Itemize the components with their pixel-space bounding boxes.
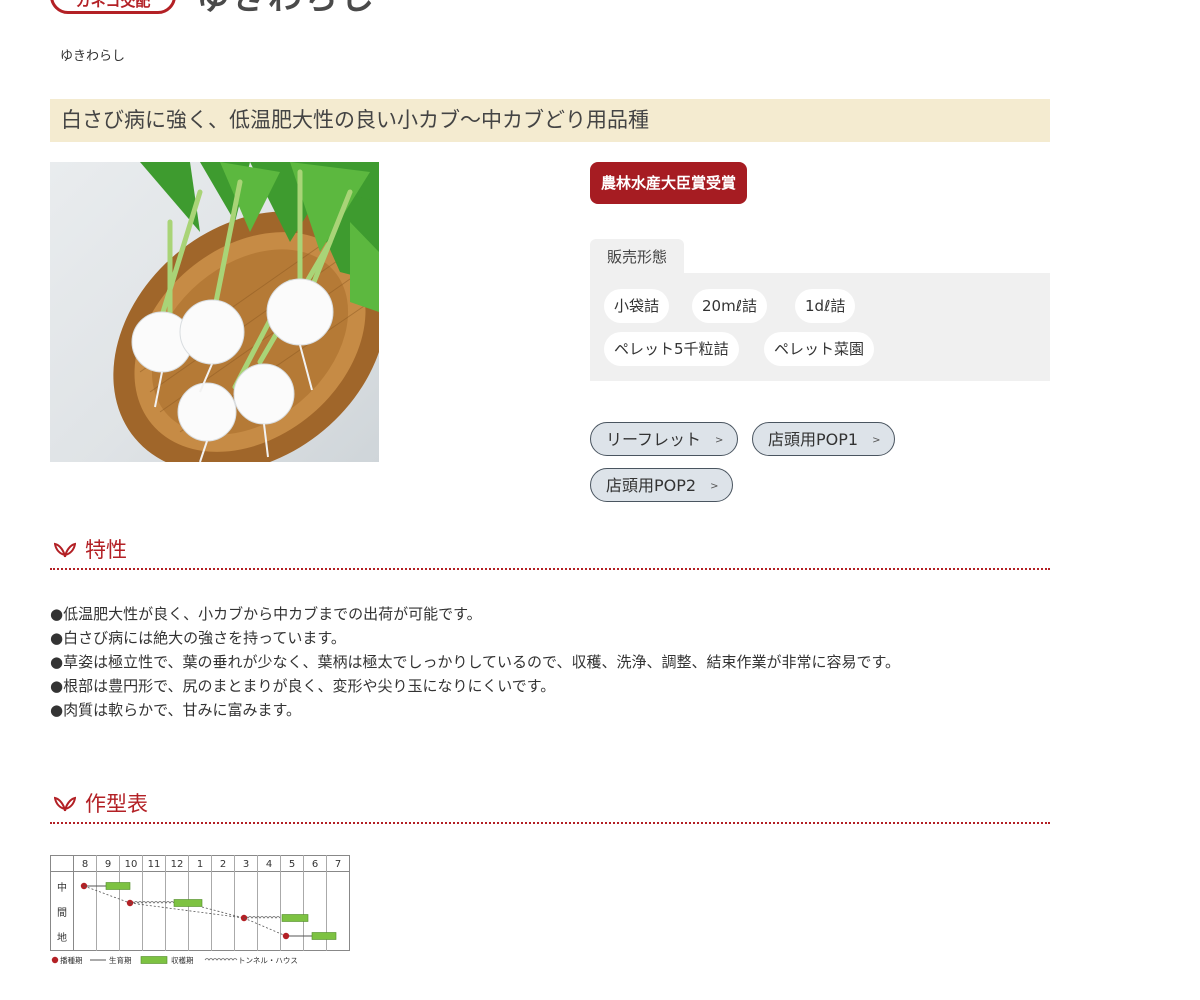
legend-sowing-icon [51, 956, 59, 964]
harvest-bar [281, 914, 309, 922]
sales-form-item: 1dℓ詰 [795, 289, 856, 323]
brand-badge: カネコ交配 [50, 0, 176, 14]
sales-form-item: ペレット5千粒詰 [604, 332, 739, 366]
harvest-bar [311, 932, 337, 940]
month-label: 3 [243, 859, 249, 870]
chevron-right-icon: > [710, 481, 719, 492]
chevron-right-icon: > [715, 435, 724, 446]
feature-item: ●肉質は軟らかで、甘みに富みます。 [50, 701, 301, 719]
features-list: ●低温肥大性が良く、小カブから中カブまでの出荷が可能です。 ●白さび病には絶大の… [50, 602, 900, 722]
sales-forms-tab: 販売形態 [590, 239, 684, 274]
sales-form-item: 20mℓ詰 [692, 289, 767, 323]
region-label: 中 [57, 881, 67, 894]
turnip-basket-image [113, 162, 379, 462]
month-label: 5 [289, 859, 295, 870]
month-label: 4 [266, 859, 272, 870]
cropping-schedule-chart: 8 9 10 11 12 1 2 3 4 5 6 7 中 間 地 播種期 生育期… [50, 855, 350, 971]
month-label: 6 [312, 859, 318, 870]
award-badge: 農林水産大臣賞受賞 [590, 162, 748, 204]
leaflet-link-label: リーフレット [606, 430, 702, 449]
pop1-link-button[interactable]: 店頭用POP1 > [752, 422, 896, 456]
month-label: 2 [220, 859, 226, 870]
month-label: 11 [148, 859, 161, 870]
pop2-link-button[interactable]: 店頭用POP2 > [590, 468, 734, 502]
feature-item: ●低温肥大性が良く、小カブから中カブまでの出荷が可能です。 [50, 605, 482, 623]
feature-item: ●白さび病には絶大の強さを持っています。 [50, 629, 346, 647]
title-reading: ゆきわらし [60, 49, 126, 64]
pop1-link-label: 店頭用POP1 [768, 430, 859, 449]
month-label: 9 [105, 859, 111, 870]
legend-growing: 生育期 [109, 955, 132, 965]
feature-item: ●草姿は極立性で、葉の垂れが少なく、葉柄は極太でしっかりしているので、収穫、洗浄… [50, 653, 900, 671]
schedule-heading: 作型表 [50, 792, 1050, 824]
month-label: 10 [125, 859, 138, 870]
product-photo [50, 162, 379, 462]
legend-tunnel: トンネル・ハウス [238, 956, 298, 965]
sales-form-item: ペレット菜園 [764, 332, 875, 366]
brand-badge-label: カネコ交配 [75, 0, 151, 10]
feature-item: ●根部は豊円形で、尻のまとまりが良く、変形や尖り玉になりにくいです。 [50, 677, 556, 695]
sowing-mark [282, 932, 290, 940]
schedule-title: 作型表 [85, 792, 148, 816]
legend-harvest-icon [140, 956, 168, 964]
features-heading: 特性 [50, 538, 1050, 570]
legend-tunnel-icon [204, 958, 238, 961]
chevron-right-icon: > [872, 435, 881, 446]
legend-harvest: 収穫期 [171, 955, 194, 965]
month-label: 12 [171, 859, 184, 870]
leaflet-link-button[interactable]: リーフレット > [590, 422, 739, 456]
harvest-bar [105, 882, 131, 890]
schedule-svg: 8 9 10 11 12 1 2 3 4 5 6 7 中 間 地 播種期 生育期… [50, 855, 350, 965]
pop2-link-label: 店頭用POP2 [606, 476, 697, 495]
sales-forms-panel: 小袋詰 20mℓ詰 1dℓ詰 ペレット5千粒詰 ペレット菜園 [590, 273, 1050, 381]
harvest-bar [173, 899, 203, 907]
month-label: 1 [197, 859, 203, 870]
region-label: 地 [57, 931, 67, 944]
sprout-icon [54, 796, 76, 812]
sprout-icon [54, 542, 76, 558]
legend-sowing: 播種期 [60, 955, 83, 965]
catchphrase-banner: 白さび病に強く、低温肥大性の良い小カブ〜中カブどり用品種 [50, 99, 1050, 142]
page-title: ゆきわらし [196, 0, 376, 18]
sales-form-item: 小袋詰 [604, 289, 670, 323]
features-title: 特性 [85, 538, 127, 562]
month-label: 7 [335, 859, 341, 870]
region-label: 間 [57, 907, 67, 919]
month-label: 8 [82, 859, 88, 870]
